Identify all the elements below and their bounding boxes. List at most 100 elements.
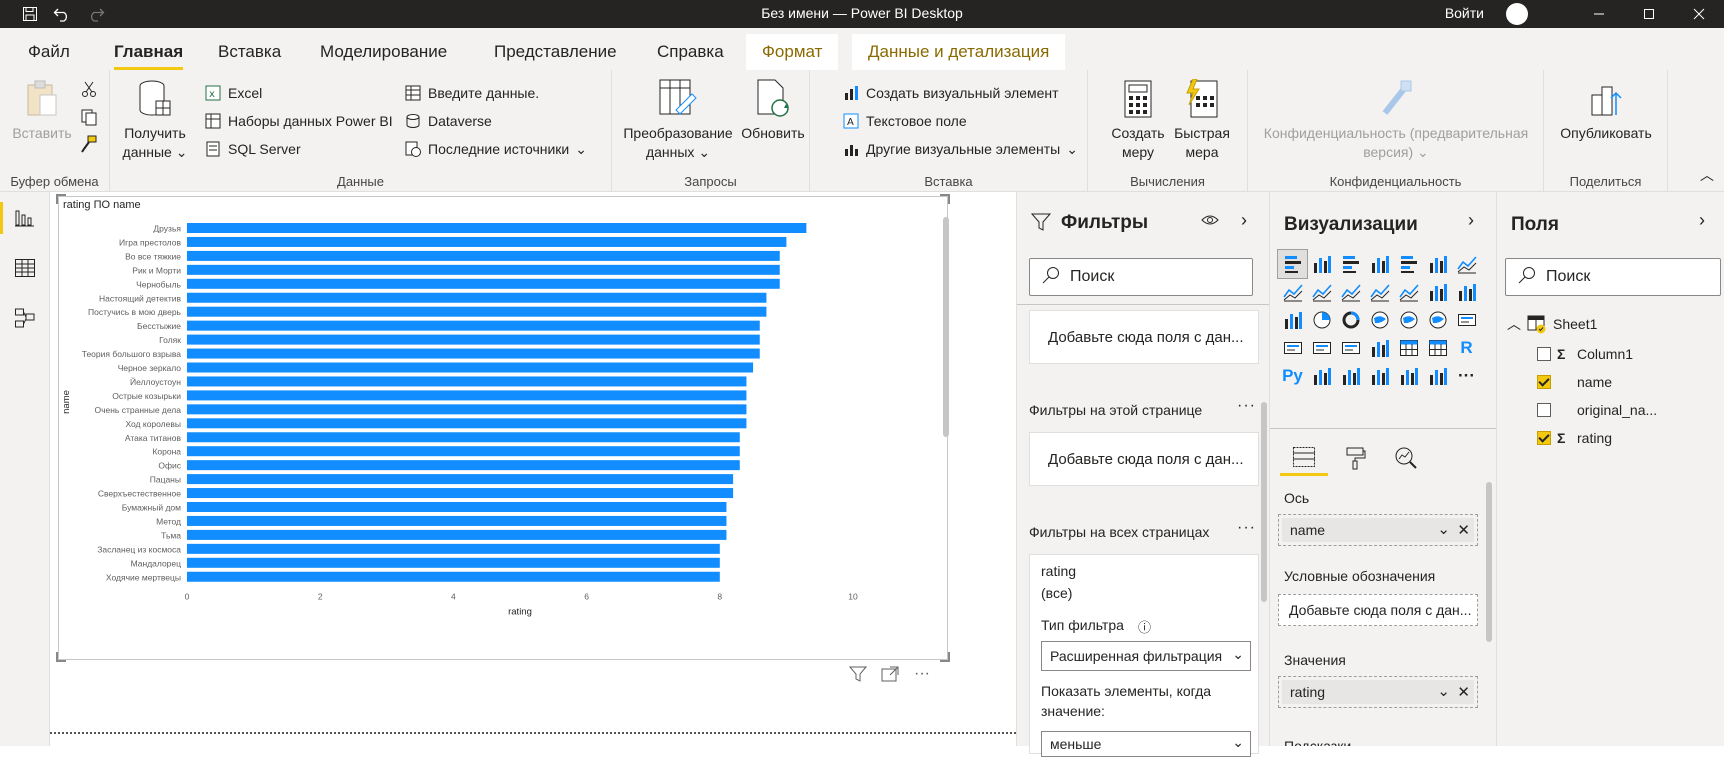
field-item[interactable]: Σrating <box>1497 426 1724 450</box>
page-filters-drop[interactable]: Добавьте сюда поля с дан... <box>1029 432 1259 486</box>
table-node[interactable]: ︿ Sheet1 <box>1497 312 1724 336</box>
legend-well[interactable]: Добавьте сюда поля с дан... <box>1278 594 1478 626</box>
format-painter-icon[interactable] <box>80 135 98 153</box>
data-bar[interactable] <box>187 543 720 554</box>
refresh-button[interactable]: Обновить <box>738 78 808 143</box>
sql-server-button[interactable]: SQL Server <box>204 140 301 158</box>
visualizations-scrollbar[interactable] <box>1486 482 1492 642</box>
eye-icon[interactable] <box>1201 212 1219 233</box>
filters-search-input[interactable]: Поиск <box>1029 258 1253 296</box>
excel-button[interactable]: x Excel <box>204 84 262 102</box>
field-item[interactable]: Σ Column1 <box>1497 342 1724 366</box>
tab-format[interactable]: Формат <box>746 34 839 70</box>
axis-well[interactable]: name ⌄ ✕ <box>1278 514 1478 546</box>
tab-view[interactable]: Представление <box>494 42 617 62</box>
field-item[interactable]: original_na... <box>1497 398 1724 422</box>
collapse-chevron-icon[interactable]: › <box>1699 210 1705 231</box>
report-canvas[interactable]: rating ПО name Друзья Игра престолов Во вс… <box>50 192 1016 746</box>
all-pages-filters-more-icon[interactable]: ··· <box>1237 519 1256 537</box>
filters-scrollbar[interactable] <box>1261 402 1267 602</box>
maximize-button[interactable] <box>1624 0 1674 28</box>
minimize-button[interactable] <box>1574 0 1624 28</box>
filter-icon[interactable] <box>846 662 870 686</box>
multi-row-card-icon[interactable] <box>1307 334 1336 362</box>
tab-help[interactable]: Справка <box>657 42 724 62</box>
power-apps-icon[interactable] <box>1423 362 1452 390</box>
cut-icon[interactable] <box>80 80 98 98</box>
data-bar[interactable] <box>187 362 754 373</box>
data-bar[interactable] <box>187 278 780 289</box>
data-bar[interactable] <box>187 460 740 471</box>
more-visuals-button[interactable]: Другие визуальные элементы ⌄ <box>842 140 1078 158</box>
report-view-icon[interactable] <box>0 196 50 240</box>
data-bar[interactable] <box>187 236 787 247</box>
data-bar[interactable] <box>187 390 747 401</box>
gauge-icon[interactable] <box>1452 306 1481 334</box>
analytics-magnifier-icon[interactable] <box>1382 440 1430 476</box>
r-script-icon[interactable]: R <box>1452 334 1481 362</box>
ribbon-chart-icon[interactable] <box>1394 278 1423 306</box>
map-icon[interactable] <box>1394 306 1423 334</box>
tab-insert[interactable]: Вставка <box>218 42 281 62</box>
field-checkbox[interactable] <box>1537 431 1551 445</box>
stacked-column-chart-icon[interactable] <box>1307 250 1336 278</box>
data-bar[interactable] <box>187 376 747 387</box>
sensitivity-button[interactable]: Конфиденциальность (предварительная верс… <box>1254 78 1538 162</box>
pie-chart-icon[interactable] <box>1307 306 1336 334</box>
tab-file[interactable]: Файл <box>28 42 70 62</box>
close-button[interactable] <box>1674 0 1724 28</box>
operator-select[interactable]: меньше ⌄ <box>1041 731 1251 757</box>
line-chart-icon[interactable] <box>1452 250 1481 278</box>
key-influencers-icon[interactable] <box>1307 362 1336 390</box>
data-view-icon[interactable] <box>0 246 50 290</box>
stacked-bar-chart-icon[interactable] <box>1277 249 1308 279</box>
text-box-button[interactable]: A Текстовое поле <box>842 112 967 130</box>
copy-icon[interactable] <box>80 108 98 126</box>
funnel-chart-icon[interactable] <box>1452 278 1481 306</box>
field-checkbox[interactable] <box>1537 347 1551 361</box>
new-measure-button[interactable]: Создать меру <box>1108 78 1168 162</box>
slicer-icon[interactable] <box>1365 334 1394 362</box>
clustered-column-chart-icon[interactable] <box>1365 250 1394 278</box>
qa-icon[interactable] <box>1365 362 1394 390</box>
card-icon[interactable] <box>1278 334 1307 362</box>
donut-chart-icon[interactable] <box>1336 306 1365 334</box>
avatar[interactable] <box>1506 3 1528 25</box>
data-bar[interactable] <box>187 571 720 582</box>
filled-map-icon[interactable] <box>1423 306 1452 334</box>
kpi-icon[interactable] <box>1336 334 1365 362</box>
sign-in-link[interactable]: Войти <box>1445 5 1484 21</box>
field-checkbox[interactable] <box>1537 403 1551 417</box>
chevron-down-icon[interactable]: ⌄ <box>1437 682 1450 700</box>
page-filters-more-icon[interactable]: ··· <box>1237 397 1256 415</box>
python-visual-icon[interactable]: Py <box>1278 362 1307 390</box>
data-bar[interactable] <box>187 474 734 485</box>
tab-data-drill[interactable]: Данные и детализация <box>852 34 1066 70</box>
data-bar[interactable] <box>187 557 720 568</box>
scatter-chart-icon[interactable] <box>1278 306 1307 334</box>
quick-measure-button[interactable]: Быстрая мера <box>1172 78 1232 162</box>
visual-scrollbar[interactable] <box>943 217 949 437</box>
more-options-icon[interactable]: ··· <box>910 662 934 686</box>
focus-mode-icon[interactable] <box>878 662 902 686</box>
data-bar[interactable] <box>187 250 780 261</box>
area-chart-icon[interactable] <box>1278 278 1307 306</box>
field-checkbox[interactable] <box>1537 375 1551 389</box>
rating-filter-card[interactable]: rating (все) Тип фильтра ⓘ Расширенная ф… <box>1029 554 1259 757</box>
100-percent-bar-chart-icon[interactable] <box>1394 250 1423 278</box>
matrix-icon[interactable] <box>1423 334 1452 362</box>
chevron-up-icon[interactable]: ︿ <box>1507 314 1521 334</box>
values-field-pill[interactable]: rating ⌄ ✕ <box>1282 680 1474 704</box>
info-icon[interactable]: ⓘ <box>1138 617 1151 636</box>
dataverse-button[interactable]: Dataverse <box>404 112 492 130</box>
stacked-area-chart-icon[interactable] <box>1307 278 1336 306</box>
treemap-icon[interactable] <box>1365 306 1394 334</box>
tab-modeling[interactable]: Моделирование <box>320 42 447 62</box>
100-percent-column-chart-icon[interactable] <box>1423 250 1452 278</box>
fields-search-input[interactable]: Поиск <box>1505 258 1721 296</box>
smart-narrative-icon[interactable] <box>1394 362 1423 390</box>
axis-field-pill[interactable]: name ⌄ ✕ <box>1282 518 1474 542</box>
collapse-chevron-icon[interactable]: › <box>1468 210 1474 231</box>
format-paint-roller-icon[interactable] <box>1332 440 1380 476</box>
data-bar[interactable] <box>187 306 767 317</box>
